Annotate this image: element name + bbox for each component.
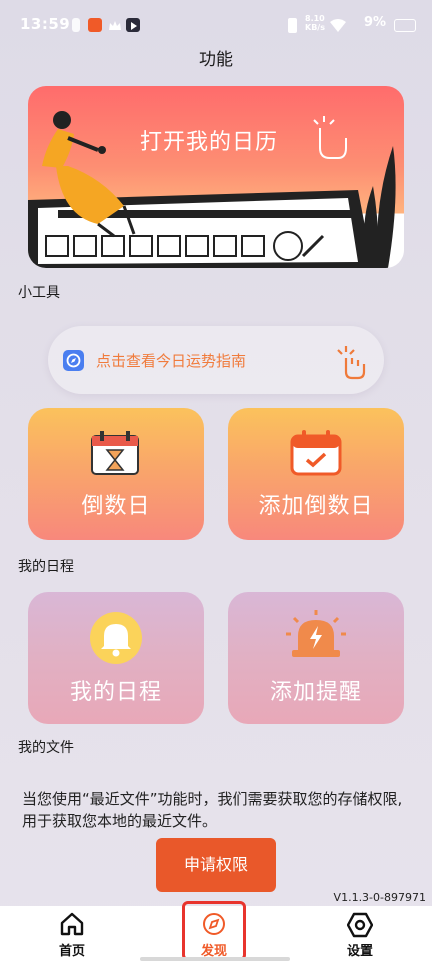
add-reminder-label: 添加提醒 [269,680,362,705]
fortune-guide-label: 点击查看今日运势指南 [96,352,247,370]
home-indicator [140,957,290,961]
open-calendar-banner[interactable]: 打开我的日历 [28,86,404,268]
tab-home-label: 首页 [58,944,85,959]
tab-settings-label: 设置 [346,944,373,959]
permission-description: 当您使用“最近文件”功能时，我们需要获取您的存储权限,用于获取您本地的最近文件。 [22,790,403,830]
app-notification-icon [88,18,102,32]
schedule-section-title: 我的日程 [18,559,74,575]
request-permission-button[interactable]: 申请权限 [156,838,276,892]
countdown-card[interactable]: 倒数日 [28,408,204,540]
compass-icon [203,913,225,935]
add-reminder-card[interactable]: 添加提醒 [228,592,404,724]
tab-settings[interactable]: 设置 [330,910,390,959]
calendar-check-icon [290,430,342,476]
home-icon [60,912,84,936]
crown-icon [108,18,122,32]
tools-section-title: 小工具 [18,285,60,301]
vibrate-icon [288,18,297,33]
files-section-title: 我的文件 [18,740,74,756]
network-speed-unit: KB/s [305,23,325,32]
compass-icon [63,350,84,371]
version-text: V1.1.3-0-897971 [333,891,426,904]
network-speed-value: 8.10 [305,14,325,23]
status-bar: 13:59 8.10 KB/s 9% [0,0,432,44]
sim-icon [72,18,80,32]
tap-hand-icon [334,344,368,384]
tab-discover[interactable]: 发现 [184,910,244,959]
bell-icon [90,612,142,664]
status-time: 13:59 [20,15,71,33]
my-schedule-label: 我的日程 [69,680,162,705]
countdown-label: 倒数日 [81,494,151,519]
page-title: 功能 [199,50,233,70]
network-speed: 8.10 KB/s [305,14,325,32]
play-icon [126,18,140,32]
settings-icon [347,912,373,938]
wifi-icon [330,18,346,32]
calendar-illustration [28,111,396,268]
battery-text: 9% [364,15,387,30]
hourglass-calendar-icon [91,431,139,475]
tab-home[interactable]: 首页 [42,910,102,959]
add-countdown-label: 添加倒数日 [258,494,374,519]
add-countdown-card[interactable]: 添加倒数日 [228,408,404,540]
banner-label: 打开我的日历 [140,130,279,155]
my-schedule-card[interactable]: 我的日程 [28,592,204,724]
alarm-light-icon [286,610,346,657]
battery-icon [394,19,416,32]
